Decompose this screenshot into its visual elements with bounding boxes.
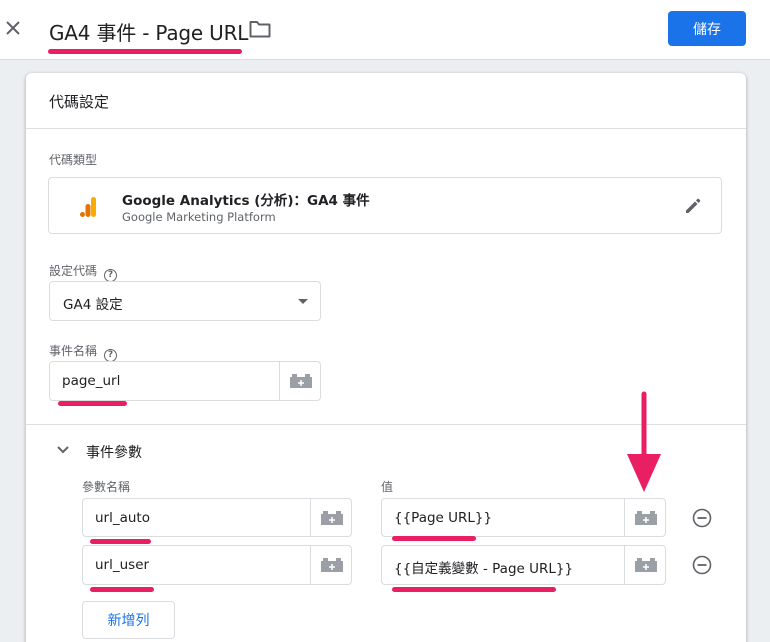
arrow-down-annotation bbox=[627, 391, 661, 492]
variable-picker-icon bbox=[635, 558, 657, 572]
tag-type-subtitle: Google Marketing Platform bbox=[122, 210, 276, 224]
event-params-title: 事件參數 bbox=[86, 445, 142, 461]
variable-picker-icon bbox=[321, 558, 343, 572]
variable-picker-button[interactable] bbox=[624, 546, 665, 584]
card-header: 代碼設定 bbox=[26, 73, 746, 129]
remove-circle-icon[interactable] bbox=[692, 555, 712, 575]
variable-picker-button[interactable] bbox=[624, 499, 665, 536]
variable-picker-icon bbox=[321, 511, 343, 525]
variable-picker-icon bbox=[290, 374, 312, 388]
param-name-field[interactable]: url_user bbox=[82, 545, 352, 585]
event-name-field[interactable]: page_url bbox=[49, 361, 321, 401]
param-value-field[interactable]: {{自定義變數 - Page URL}} bbox=[381, 545, 666, 585]
param1-value-highlight bbox=[392, 536, 476, 541]
dropdown-arrow-icon bbox=[298, 299, 308, 304]
event-name-label-text: 事件名稱 bbox=[49, 344, 98, 358]
save-button[interactable]: 儲存 bbox=[668, 11, 746, 46]
config-tag-label-text: 設定代碼 bbox=[49, 264, 98, 278]
config-tag-label: 設定代碼? bbox=[49, 262, 118, 282]
tag-type-label: 代碼類型 bbox=[49, 153, 98, 167]
variable-picker-button[interactable] bbox=[310, 546, 351, 584]
page-title: GA4 事件 - Page URL bbox=[49, 21, 249, 45]
param-value-header: 值 bbox=[381, 480, 394, 494]
variable-picker-button[interactable] bbox=[279, 362, 320, 400]
param-name-value: url_user bbox=[95, 557, 150, 573]
tag-config-card: 代碼設定 代碼類型 Google Analytics (分析)：GA4 事件 G… bbox=[26, 73, 746, 642]
variable-picker-button[interactable] bbox=[310, 499, 351, 536]
param2-value-highlight bbox=[392, 587, 556, 592]
event-name-highlight bbox=[58, 401, 127, 406]
tag-type-name: Google Analytics (分析)：GA4 事件 bbox=[122, 193, 370, 209]
google-analytics-icon bbox=[80, 197, 96, 217]
param-value-field[interactable]: {{Page URL}} bbox=[381, 498, 666, 537]
card-title: 代碼設定 bbox=[49, 93, 110, 111]
variable-picker-icon bbox=[635, 511, 657, 525]
event-name-label: 事件名稱? bbox=[49, 342, 118, 362]
param2-name-highlight bbox=[90, 587, 154, 592]
event-name-value: page_url bbox=[62, 373, 121, 389]
chevron-down-icon[interactable] bbox=[57, 446, 69, 454]
config-tag-value: GA4 設定 bbox=[63, 297, 123, 313]
config-tag-select[interactable]: GA4 設定 bbox=[49, 281, 321, 321]
close-icon[interactable] bbox=[3, 18, 23, 38]
pencil-icon[interactable] bbox=[683, 196, 703, 216]
param-name-value: url_auto bbox=[95, 510, 150, 526]
folder-icon[interactable] bbox=[249, 20, 271, 38]
title-highlight bbox=[48, 49, 242, 54]
add-row-button[interactable]: 新增列 bbox=[82, 601, 175, 639]
param-value-value: {{自定義變數 - Page URL}} bbox=[394, 561, 574, 577]
param-name-field[interactable]: url_auto bbox=[82, 498, 352, 537]
param-value-value: {{Page URL}} bbox=[394, 510, 493, 526]
param1-name-highlight bbox=[90, 539, 151, 544]
remove-circle-icon[interactable] bbox=[692, 508, 712, 528]
param-name-header: 參數名稱 bbox=[82, 480, 131, 494]
tag-type-selector[interactable]: Google Analytics (分析)：GA4 事件 Google Mark… bbox=[48, 177, 722, 234]
